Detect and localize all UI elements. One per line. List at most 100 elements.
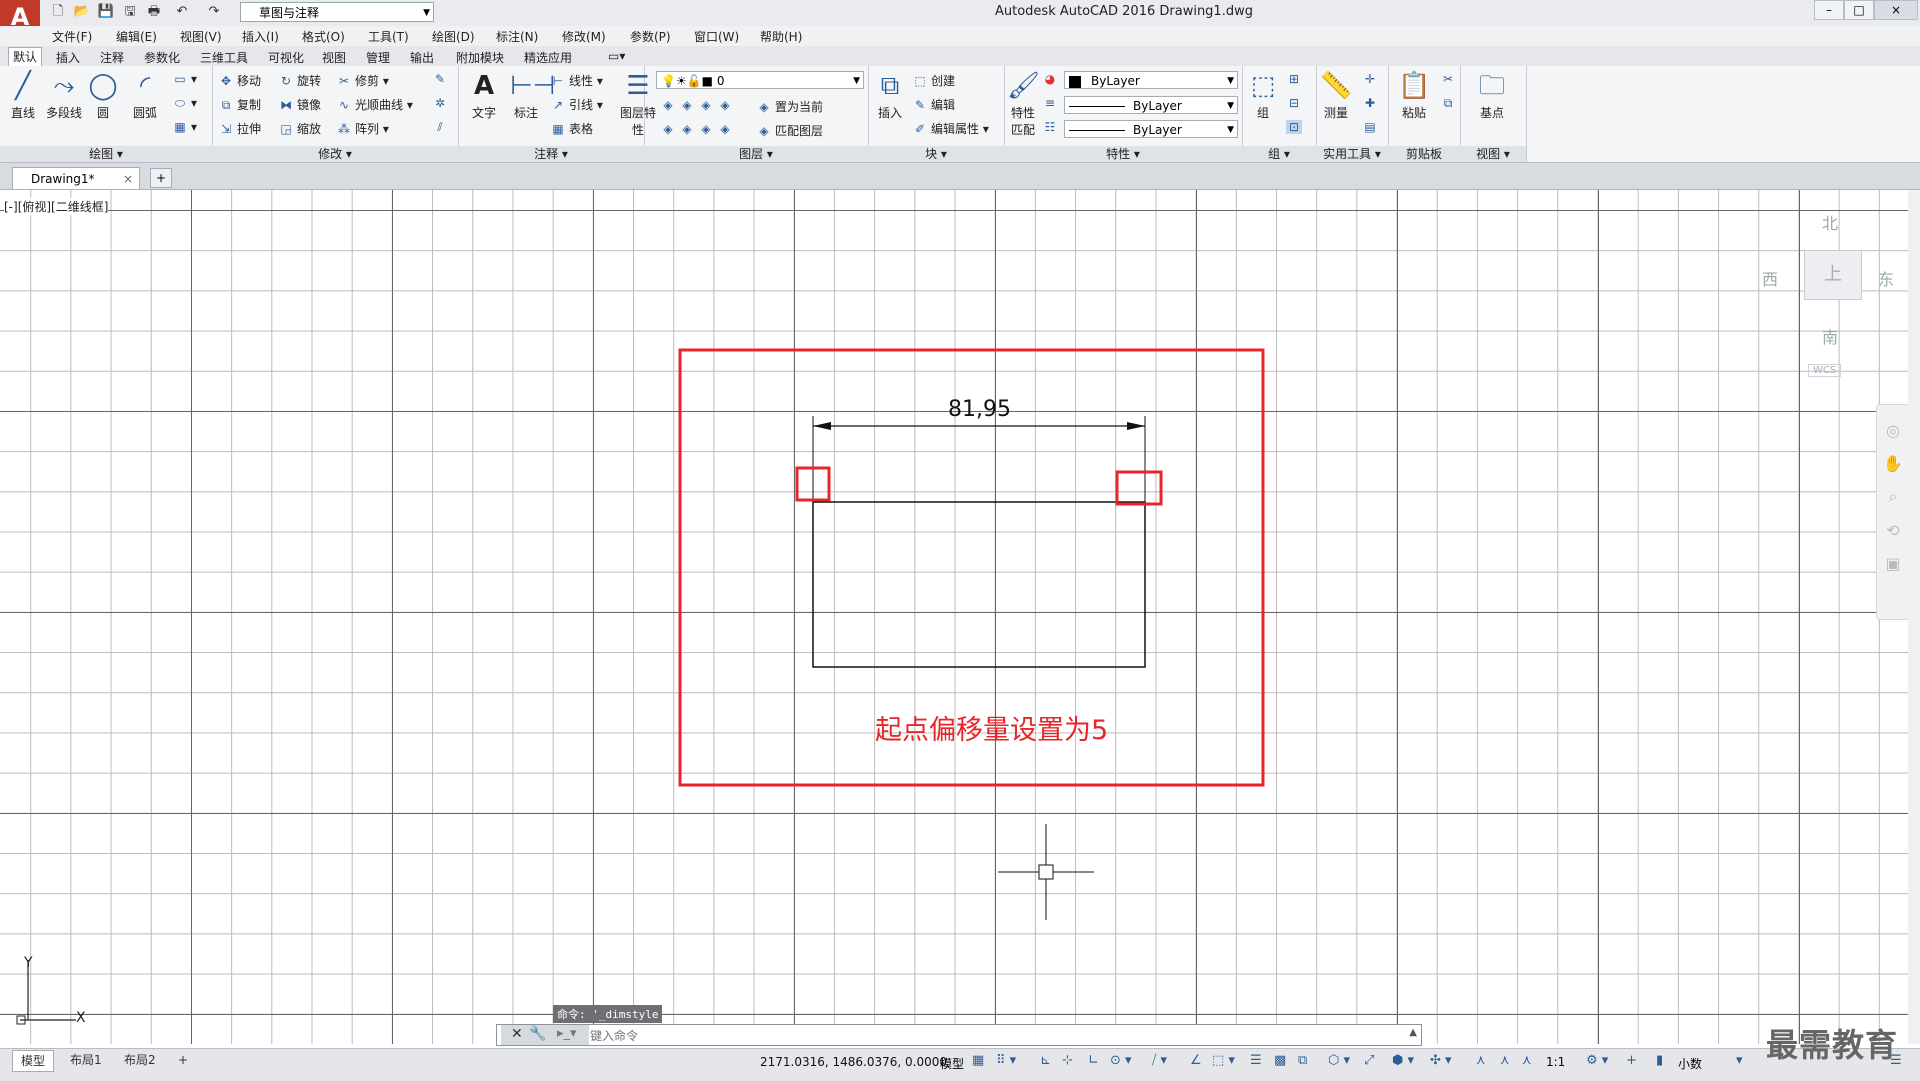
ribbon-tab[interactable]: 输出 xyxy=(406,49,438,66)
erase-tool[interactable]: ✎ xyxy=(432,72,451,86)
menu-item[interactable]: 窗口(W) xyxy=(694,28,739,45)
gizmo-icon[interactable]: ✣ ▾ xyxy=(1430,1053,1452,1068)
groups-panel-title[interactable]: 组 ▾ xyxy=(1242,146,1316,162)
menu-item[interactable]: 标注(N) xyxy=(496,28,538,45)
snap-icon[interactable]: ⠿ ▾ xyxy=(996,1053,1016,1068)
ungroup-icon[interactable]: ⊞ xyxy=(1286,72,1305,86)
minimize-button[interactable]: – xyxy=(1814,0,1844,20)
color-dropdown[interactable]: ByLayer ▼ xyxy=(1064,71,1238,89)
maximize-button[interactable]: □ xyxy=(1844,0,1874,20)
wrench-icon[interactable]: 🔧 xyxy=(529,1026,546,1042)
compass-south[interactable]: 南 xyxy=(1822,324,1838,348)
compass-east[interactable]: 东 xyxy=(1878,266,1894,290)
menu-item[interactable]: 文件(F) xyxy=(52,28,92,45)
dimension-tool[interactable]: ⊢⊣ 标注 xyxy=(508,70,555,121)
rotate-tool[interactable]: ↻ 旋转 xyxy=(278,72,321,89)
vertical-scrollbar[interactable] xyxy=(1908,190,1920,1044)
point-icon[interactable]: ✛ xyxy=(1362,72,1381,86)
orbit-icon[interactable]: ⟲ xyxy=(1877,521,1909,540)
infer-constraints-icon[interactable]: ⊾ xyxy=(1040,1053,1051,1068)
menu-item[interactable]: 帮助(H) xyxy=(760,28,802,45)
autoscale-icon[interactable]: ⋏ xyxy=(1500,1053,1510,1068)
units-dropdown[interactable]: 小数 xyxy=(1678,1055,1702,1072)
match-properties-tool[interactable]: 🖌 特性匹配 xyxy=(1006,70,1040,138)
new-file-icon[interactable]: 🗋 xyxy=(48,3,68,21)
draw-panel-title[interactable]: 绘图 ▾ xyxy=(0,146,212,162)
create-block-tool[interactable]: ⬚ 创建 xyxy=(912,72,955,89)
blend-curves-tool[interactable]: ∿ 光顺曲线 ▾ xyxy=(336,96,413,113)
line-tool[interactable]: ╱ 直线 xyxy=(6,70,40,121)
ribbon-tab[interactable]: 视图 xyxy=(318,49,350,66)
menu-item[interactable]: 插入(I) xyxy=(242,28,279,45)
drawing-tab[interactable]: Drawing1* × xyxy=(12,167,140,189)
ribbon-tab[interactable]: 附加模块 xyxy=(452,49,508,66)
mirror-tool[interactable]: ⧓ 镜像 xyxy=(278,96,321,113)
array-tool[interactable]: ⁂ 阵列 ▾ xyxy=(336,120,389,137)
annotation-scale[interactable]: 1:1 xyxy=(1546,1055,1565,1069)
dynamic-input-icon[interactable]: ⊹ xyxy=(1062,1053,1073,1068)
ribbon-options-button[interactable]: ▭▾ xyxy=(604,49,629,63)
object-snap-tracking-icon[interactable]: ∠ xyxy=(1190,1053,1202,1068)
gear-icon[interactable]: ⚙ ▾ xyxy=(1586,1053,1608,1068)
text-tool[interactable]: A 文字 xyxy=(466,70,502,121)
trim-tool[interactable]: ✂ 修剪 ▾ xyxy=(336,72,389,89)
table-tool[interactable]: ▦ 表格 xyxy=(550,120,593,137)
view-panel-title[interactable]: 视图 ▾ xyxy=(1460,146,1526,162)
transparency-icon[interactable]: ▩ xyxy=(1274,1053,1286,1068)
linetype-dropdown[interactable]: ByLayer ▼ xyxy=(1064,96,1238,114)
grid-icon[interactable]: ▦ xyxy=(972,1053,984,1068)
tab-layout1[interactable]: 布局1 xyxy=(62,1050,110,1070)
explode-tool[interactable]: ✲ xyxy=(432,96,451,110)
close-icon[interactable]: ✕ xyxy=(511,1026,523,1042)
steering-wheel-icon[interactable]: ◎ xyxy=(1877,421,1909,440)
arc-tool[interactable]: ◜ 圆弧 xyxy=(126,70,164,121)
stretch-tool[interactable]: ⇲ 拉伸 xyxy=(218,120,261,137)
hatch-tool[interactable]: ▦ ▾ xyxy=(172,120,197,134)
close-icon[interactable]: × xyxy=(123,168,133,190)
group-tool[interactable]: ⬚ 组 xyxy=(1246,70,1280,121)
workspace-dropdown[interactable]: 草图与注释 ▼ xyxy=(240,2,434,22)
ribbon-tab[interactable]: 参数化 xyxy=(140,49,184,66)
set-current-tool[interactable]: ◈ 置为当前 xyxy=(756,98,823,115)
layers-panel-title[interactable]: 图层 ▾ xyxy=(644,146,868,162)
isolate-icon[interactable]: ▮ xyxy=(1656,1053,1663,1068)
leader-tool[interactable]: ↗ 引线 ▾ xyxy=(550,96,603,113)
measure-tool[interactable]: 📏 测量 xyxy=(1318,70,1354,121)
undo-icon[interactable]: ↶ xyxy=(172,3,192,21)
ortho-icon[interactable]: ∟ xyxy=(1088,1053,1099,1068)
scale-tool[interactable]: ◲ 缩放 xyxy=(278,120,321,137)
menu-item[interactable]: 绘图(D) xyxy=(432,28,475,45)
tab-model[interactable]: 模型 xyxy=(12,1050,55,1072)
save-as-icon[interactable]: 🖫 xyxy=(120,3,140,21)
zoom-icon[interactable]: ⌕ xyxy=(1877,487,1909,507)
linear-dim-tool[interactable]: ⊢ 线性 ▾ xyxy=(550,72,603,89)
command-input[interactable] xyxy=(588,1027,1392,1045)
menu-item[interactable]: 视图(V) xyxy=(180,28,222,45)
edit-attributes-tool[interactable]: ✐ 编辑属性 ▾ xyxy=(912,120,989,137)
cursor-coordinates[interactable]: 2171.0316, 1486.0376, 0.0000 xyxy=(760,1055,947,1069)
cursor-icon[interactable]: ✚ xyxy=(1362,96,1381,110)
viewcube-top-face[interactable]: 上 xyxy=(1804,250,1862,300)
ribbon-tab[interactable]: 插入 xyxy=(52,49,84,66)
selection-cycling-icon[interactable]: ⧉ xyxy=(1298,1053,1307,1068)
block-panel-title[interactable]: 块 ▾ xyxy=(868,146,1004,162)
print-icon[interactable]: 🖶 xyxy=(144,3,164,21)
command-prompt-icon[interactable]: ▸_▾ xyxy=(557,1026,577,1041)
move-tool[interactable]: ✥ 移动 xyxy=(218,72,261,89)
menu-item[interactable]: 参数(P) xyxy=(630,28,671,45)
menu-item[interactable]: 修改(M) xyxy=(562,28,606,45)
wcs-menu[interactable]: WCS xyxy=(1808,364,1842,377)
chevron-up-icon[interactable]: ▲ xyxy=(1409,1027,1417,1038)
cut-icon[interactable]: ✂ xyxy=(1440,72,1459,86)
annotation-scale-icon[interactable]: ⋏ xyxy=(1522,1053,1532,1068)
polar-icon[interactable]: ⊙ ▾ xyxy=(1110,1053,1132,1068)
new-tab-button[interactable]: + xyxy=(150,168,172,188)
menu-item[interactable]: 编辑(E) xyxy=(116,28,157,45)
ribbon-tab[interactable]: 管理 xyxy=(362,49,394,66)
calculator-icon[interactable]: ▤ xyxy=(1362,120,1381,134)
dynamic-ucs-icon[interactable]: ⤢ xyxy=(1364,1053,1374,1068)
compass-west[interactable]: 西 xyxy=(1762,266,1778,290)
menu-item[interactable]: 工具(T) xyxy=(368,28,409,45)
rectangle-tool[interactable]: ▭ ▾ xyxy=(172,72,197,86)
compass-north[interactable]: 北 xyxy=(1822,210,1838,234)
